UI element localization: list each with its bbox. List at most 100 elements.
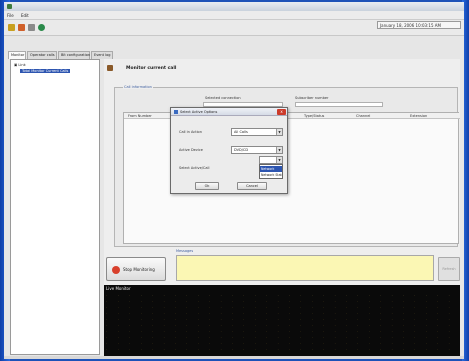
live-channel-cell: · (437, 335, 439, 339)
live-channel-cell: · (163, 329, 165, 333)
live-channel-cell: · (425, 311, 427, 315)
live-channel-cell: · (232, 311, 233, 315)
live-channel-cell: · (323, 317, 325, 321)
col-from-number: From Number (128, 114, 152, 118)
live-channel-cell: · (334, 317, 336, 321)
live-channel-cell: · (220, 347, 222, 351)
tree-root[interactable]: ▣ Link (14, 63, 26, 67)
dialog-titlebar[interactable]: Select Active Options x (171, 108, 287, 116)
live-channel-cell: · (334, 299, 336, 303)
wrench-icon[interactable] (28, 24, 35, 31)
live-channel-cell: · (140, 305, 142, 309)
call-in-action-select[interactable]: All Calls ▼ (231, 128, 283, 136)
live-channel-cell: · (152, 311, 154, 315)
main-header: Monitor current call (104, 59, 460, 75)
live-channel-cell: · (129, 335, 131, 339)
live-channel-cell: · (220, 317, 222, 321)
live-channel-cell: · (266, 347, 268, 351)
live-channel-cell: · (118, 329, 119, 333)
tab-operator-calls[interactable]: Operator calls (27, 51, 57, 59)
live-channel-cell: · (403, 323, 404, 327)
live-channel-cell: · (368, 305, 370, 309)
tab-event-log[interactable]: Event log (91, 51, 113, 59)
live-channel-cell: · (391, 311, 393, 315)
live-channel-cell: · (186, 335, 188, 339)
live-channel-cell: · (186, 347, 188, 351)
cancel-button[interactable]: Cancel (237, 182, 267, 190)
live-channel-cell: · (448, 341, 450, 345)
live-channel-cell: · (163, 341, 165, 345)
live-channel-cell: · (140, 335, 142, 339)
live-channel-cell: · (380, 317, 382, 321)
live-channel-header: · (220, 293, 222, 297)
live-channel-cell: · (437, 341, 439, 345)
live-channel-cell: · (357, 347, 359, 351)
live-channel-cell: · (346, 335, 347, 339)
live-row-label: · (106, 293, 107, 297)
live-channel-cell: · (197, 317, 199, 321)
window-titlebar[interactable] (4, 2, 464, 11)
select-active-call-label: Select Active/Call (179, 166, 210, 170)
live-channel-cell: · (129, 317, 131, 321)
live-channel-cell: · (277, 335, 279, 339)
live-channel-cell: · (380, 335, 382, 339)
live-channel-header: · (357, 293, 359, 297)
live-channel-cell: · (186, 317, 188, 321)
live-channel-cell: · (425, 335, 427, 339)
live-channel-cell: · (448, 329, 450, 333)
page-title: Monitor current call (126, 66, 177, 71)
tree-item-selected[interactable]: Total Monitor Current Calls (20, 69, 71, 73)
select-active-call-select[interactable]: ▼ (259, 156, 283, 164)
live-channel-cell: · (152, 329, 154, 333)
active-device-select[interactable]: DVD/CD ▼ (231, 146, 283, 154)
col-extension: Extension (410, 114, 428, 118)
live-channel-header: · (368, 293, 370, 297)
live-row-label: · (106, 347, 107, 351)
live-channel-cell: · (425, 323, 427, 327)
live-channel-cell: · (368, 323, 370, 327)
datetime-display: January 18, 2006 10:03:15 AM (377, 21, 461, 29)
live-channel-cell: · (414, 311, 416, 315)
dropdown-option-network-status[interactable]: Network Status (260, 172, 282, 178)
live-channel-header: · (186, 293, 188, 297)
live-channel-cell: · (448, 347, 450, 351)
live-channel-cell: · (186, 311, 188, 315)
live-channel-cell: · (425, 299, 427, 303)
live-channel-cell: · (186, 341, 188, 345)
live-channel-cell: · (357, 341, 359, 345)
tab-bit-configuration[interactable]: Bit configuration (58, 51, 90, 59)
tab-monitor[interactable]: Monitor (8, 51, 26, 59)
live-channel-cell: · (425, 347, 427, 351)
live-channel-cell: · (209, 305, 211, 309)
live-channel-cell: · (368, 347, 370, 351)
live-channel-cell: · (254, 299, 256, 303)
live-channel-cell: · (448, 323, 450, 327)
live-channel-cell: · (357, 311, 359, 315)
dialog-title: Select Active Options (180, 110, 218, 114)
live-channel-cell: · (254, 317, 256, 321)
live-channel-cell: · (414, 341, 416, 345)
connect-icon[interactable] (8, 24, 15, 31)
globe-icon[interactable] (38, 24, 45, 31)
ok-button[interactable]: Ok (195, 182, 219, 190)
live-channel-cell: · (300, 317, 302, 321)
menu-file[interactable]: File (7, 13, 14, 18)
live-channel-cell: · (323, 335, 325, 339)
live-channel-cell: · (220, 323, 222, 327)
settings-icon[interactable] (18, 24, 25, 31)
subscriber-field[interactable] (295, 102, 383, 107)
live-channel-cell: · (437, 347, 439, 351)
live-channel-cell: · (197, 305, 199, 309)
refresh-button[interactable]: Refresh (438, 257, 460, 281)
stop-monitoring-button[interactable]: Stop Monitoring (106, 257, 166, 281)
live-channel-cell: · (232, 299, 233, 303)
live-channel-cell: · (368, 335, 370, 339)
live-channel-header: · (152, 293, 154, 297)
live-channel-cell: · (197, 341, 199, 345)
close-icon[interactable]: x (277, 109, 286, 115)
menu-edit[interactable]: Edit (21, 13, 29, 18)
live-channel-cell: · (368, 311, 370, 315)
live-channel-cell: · (403, 305, 404, 309)
live-channel-cell: · (323, 323, 325, 327)
live-channel-cell: · (186, 323, 188, 327)
